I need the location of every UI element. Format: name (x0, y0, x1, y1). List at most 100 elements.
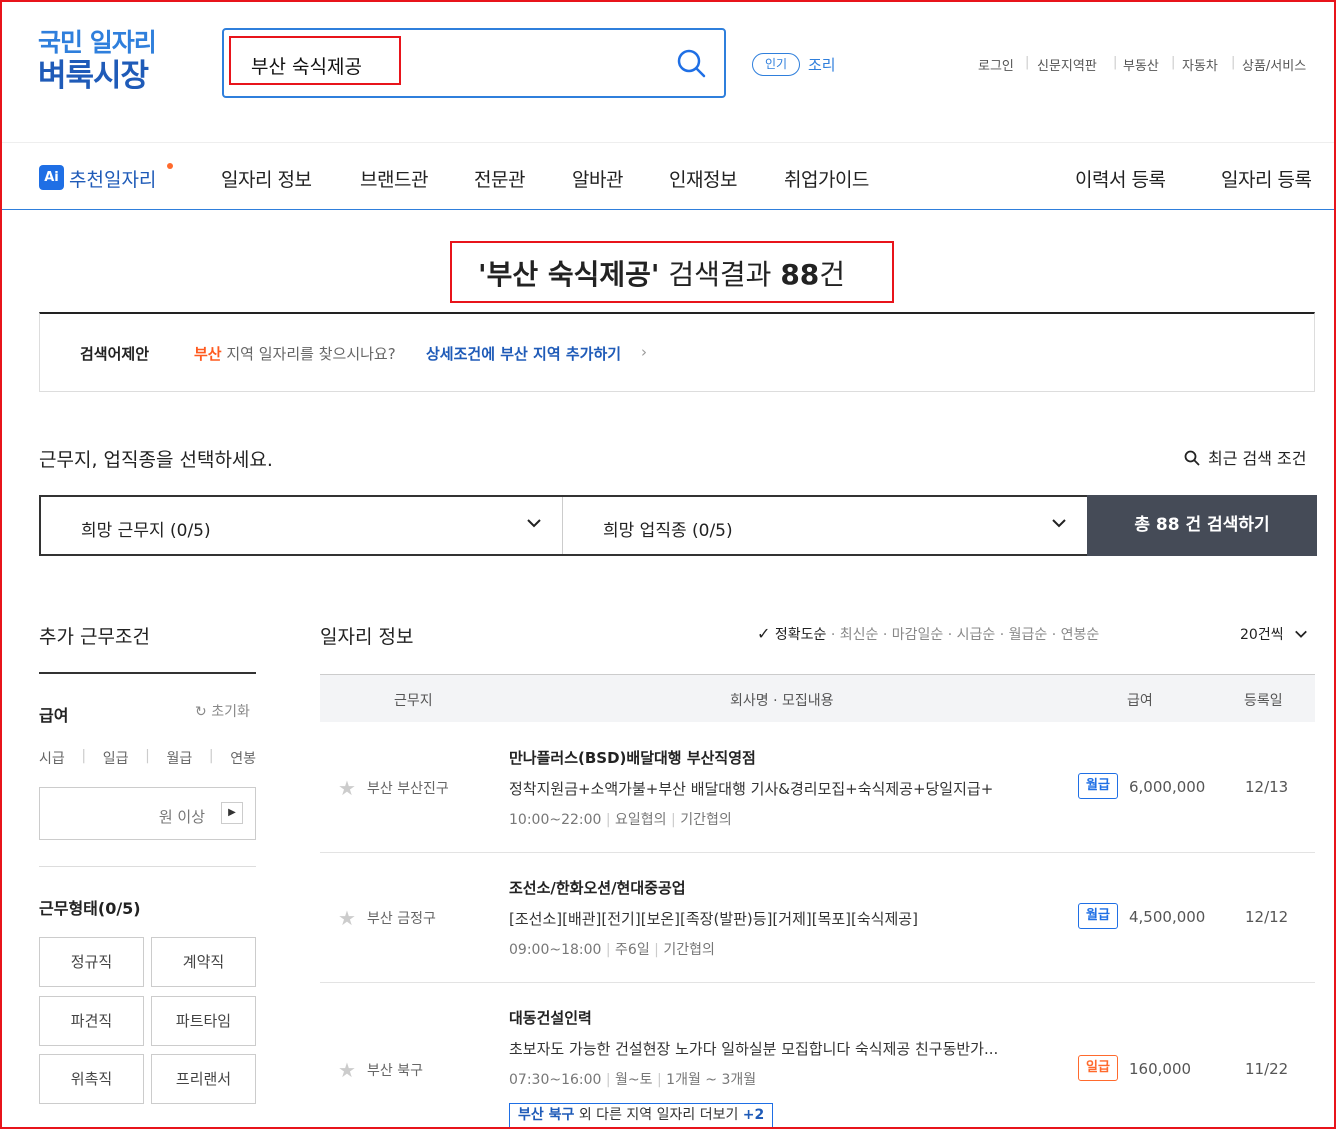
suggest-question: 부산 지역 일자리를 찾으시나요? (194, 343, 396, 364)
nav-guide[interactable]: 취업가이드 (784, 165, 869, 192)
worktype-contract[interactable]: 계약직 (151, 937, 256, 987)
job-days: 요일협의 (615, 812, 667, 828)
min-pay-input[interactable]: 원 이상 ▶ (39, 787, 256, 840)
meta-separator: | (652, 1072, 667, 1088)
reset-button[interactable]: ↻ 초기화 (195, 701, 250, 721)
job-company[interactable]: 만나플러스(BSD)배달대행 부산직영점 (509, 747, 756, 768)
meta-separator: | (666, 812, 681, 828)
job-description[interactable]: [조선소][배관][전기][보온][족장(발판)등][거제][목포][숙식제공] (509, 908, 918, 929)
ai-icon: Ai (39, 165, 64, 190)
separator: | (208, 748, 214, 764)
table-header: 근무지 회사명 · 모집내용 급여 등록일 (320, 674, 1315, 722)
nav-expert[interactable]: 전문관 (474, 165, 525, 192)
nav-job-register[interactable]: 일자리 등록 (1221, 165, 1312, 192)
recent-search-button[interactable]: 최근 검색 조건 (1184, 445, 1307, 469)
job-description[interactable]: 정착지원금+소액가불+부산 배달대행 기사&경리모집+숙식제공+당일지급+ (509, 778, 993, 799)
chevron-down-icon (527, 519, 541, 528)
suggest-add-region-link[interactable]: 상세조건에 부산 지역 추가하기 (426, 343, 621, 364)
sort-hourly[interactable]: 시급순 (957, 627, 996, 643)
nav-jobs[interactable]: 일자리 정보 (221, 165, 312, 192)
table-row[interactable]: ★ 부산 금정구 조선소/한화오션/현대중공업 [조선소][배관][전기][보온… (320, 853, 1315, 983)
worktype-commission[interactable]: 위촉직 (39, 1054, 144, 1104)
table-row[interactable]: ★ 부산 부산진구 만나플러스(BSD)배달대행 부산직영점 정착지원금+소액가… (320, 723, 1315, 853)
sort-options: ✓ 정확도순 · 최신순 · 마감일순 · 시급순 · 월급순 · 연봉순 (757, 624, 1099, 644)
separator: | (81, 748, 87, 764)
refresh-icon: ↻ (195, 704, 207, 720)
job-company[interactable]: 조선소/한화오션/현대중공업 (509, 877, 686, 898)
job-period: 기간협의 (680, 812, 732, 828)
per-page-dropdown[interactable]: 20건씩 (1240, 624, 1308, 644)
site-logo[interactable]: 국민 일자리 벼룩시장 (38, 30, 157, 94)
per-page-label: 20건씩 (1240, 627, 1284, 643)
util-separator: | (1025, 55, 1030, 70)
more-region-jobs-link[interactable]: 부산 북구 외 다른 지역 일자리 더보기 +2 (509, 1103, 774, 1129)
sort-monthly[interactable]: 월급순 (1009, 627, 1048, 643)
nav-alba[interactable]: 알바관 (572, 165, 623, 192)
nav-brand[interactable]: 브랜드관 (360, 165, 428, 192)
star-icon[interactable]: ★ (338, 776, 356, 800)
column-header: 근무지 (394, 693, 433, 709)
sort-deadline[interactable]: 마감일순 (892, 627, 944, 643)
job-time: 10:00~22:00 (509, 812, 602, 828)
total-search-button[interactable]: 총 88 건 검색하기 (1087, 495, 1317, 556)
bullet-separator: · (999, 627, 1009, 643)
job-meta: 10:00~22:00 | 요일협의 | 기간협의 (509, 809, 732, 829)
new-dot-icon (167, 163, 173, 169)
reset-label: 초기화 (211, 704, 250, 720)
pay-filter-title: 급여 (39, 706, 69, 725)
star-icon[interactable]: ★ (338, 1058, 356, 1082)
worktype-dispatch[interactable]: 파견직 (39, 996, 144, 1046)
pay-type-badge: 일급 (1078, 1055, 1118, 1081)
nav-resume-register[interactable]: 이력서 등록 (1075, 165, 1166, 192)
meta-separator: | (601, 1072, 616, 1088)
job-description[interactable]: 초보자도 가능한 건설현장 노가다 일하실분 모집합니다 숙식제공 친구동반가.… (509, 1038, 998, 1059)
pay-type-daily[interactable]: 일급 (103, 748, 129, 768)
realestate-link[interactable]: 부동산 (1123, 55, 1159, 74)
min-pay-placeholder: 원 이상 (158, 808, 205, 826)
separator: | (145, 748, 150, 764)
sidebar-divider (39, 672, 256, 674)
check-icon: ✓ (757, 624, 771, 643)
worktype-freelancer[interactable]: 프리랜서 (151, 1054, 256, 1104)
pay-type-monthly[interactable]: 월급 (166, 748, 192, 768)
nav-ai-recommend[interactable]: 추천일자리 (69, 165, 156, 192)
worktype-parttime[interactable]: 파트타임 (151, 996, 256, 1046)
util-separator: | (1113, 55, 1118, 70)
worktype-fulltime[interactable]: 정규직 (39, 937, 144, 987)
location-job-selector: 희망 근무지 (0/5) 희망 업직종 (0/5) 총 88 건 검색하기 (39, 495, 1317, 556)
sort-accuracy[interactable]: ✓ 정확도순 (757, 624, 826, 643)
sort-yearly[interactable]: 연봉순 (1061, 627, 1100, 643)
nav-talent[interactable]: 인재정보 (669, 165, 737, 192)
pay-type-badge: 월급 (1078, 903, 1118, 929)
meta-separator: | (649, 942, 664, 958)
util-separator: | (1231, 55, 1236, 70)
newspaper-link[interactable]: 신문지역판 (1037, 55, 1097, 74)
more-count: +2 (742, 1107, 765, 1123)
sort-latest[interactable]: 최신순 (840, 627, 879, 643)
bullet-separator: · (830, 627, 840, 643)
recent-search-label: 최근 검색 조건 (1208, 449, 1307, 468)
star-icon[interactable]: ★ (338, 906, 356, 930)
services-link[interactable]: 상품/서비스 (1242, 55, 1306, 74)
pay-type-hourly[interactable]: 시급 (39, 748, 65, 768)
bullet-separator: · (1051, 627, 1061, 643)
pay-type-tabs: 시급 | 일급 | 월급 | 연봉 (39, 748, 256, 768)
login-link[interactable]: 로그인 (978, 55, 1014, 74)
logo-line2: 벼룩시장 (38, 58, 149, 94)
table-row[interactable]: ★ 부산 북구 대동건설인력 초보자도 가능한 건설현장 노가다 일하실분 모집… (320, 983, 1315, 1129)
search-icon[interactable] (676, 48, 706, 78)
sidebar-title: 추가 근무조건 (39, 626, 150, 648)
pay-type-yearly[interactable]: 연봉 (230, 748, 256, 768)
play-arrow-icon[interactable]: ▶ (221, 802, 243, 824)
job-period: 1개월 ~ 3개월 (666, 1072, 757, 1088)
popular-badge: 인기 (752, 53, 800, 76)
car-link[interactable]: 자동차 (1182, 55, 1218, 74)
job-meta: 09:00~18:00 | 주6일 | 기간협의 (509, 939, 715, 959)
jobs-title: 일자리 정보 (320, 626, 414, 648)
job-dropdown[interactable]: 희망 업직종 (0/5) (563, 497, 1087, 554)
job-company[interactable]: 대동건설인력 (509, 1007, 592, 1028)
suggest-region: 부산 (194, 345, 222, 363)
popular-keyword[interactable]: 조리 (808, 54, 836, 75)
job-location: 부산 북구 (367, 1063, 423, 1079)
location-dropdown[interactable]: 희망 근무지 (0/5) (41, 497, 563, 554)
